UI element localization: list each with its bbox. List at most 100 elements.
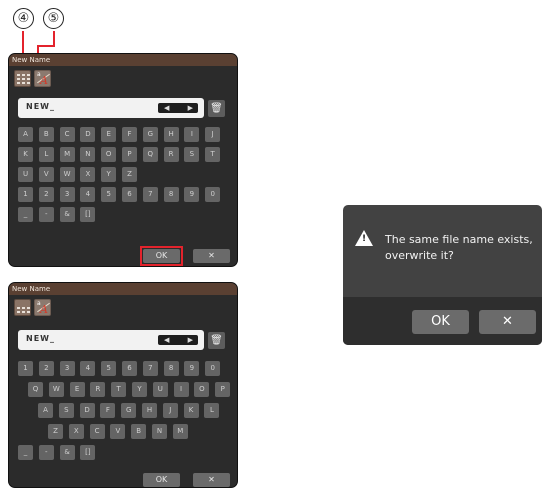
key-button[interactable]: H	[142, 403, 157, 418]
key-button[interactable]: 8	[163, 361, 179, 376]
key-button[interactable]: N	[80, 147, 96, 162]
key-button[interactable]: R	[90, 382, 106, 397]
key-button[interactable]: W	[48, 382, 64, 397]
key-button[interactable]: 3	[59, 187, 75, 202]
key-button[interactable]: Y	[132, 382, 147, 397]
key-button[interactable]: Q	[142, 147, 158, 162]
key-button[interactable]: I	[173, 382, 189, 397]
key-button[interactable]: L	[38, 147, 54, 162]
key-button[interactable]: M	[59, 147, 75, 162]
key-button[interactable]: J	[162, 403, 178, 418]
key-button[interactable]: -	[38, 207, 54, 222]
key-button[interactable]: &	[59, 445, 75, 460]
key-button[interactable]: 5	[101, 361, 117, 376]
key-button[interactable]: []	[80, 207, 96, 222]
cursor-right-icon[interactable]: ▶	[188, 335, 193, 345]
key-button[interactable]: Z	[48, 424, 63, 439]
cursor-right-icon[interactable]: ▶	[188, 103, 193, 113]
key-button[interactable]: B	[131, 424, 147, 439]
dialog-cancel-button[interactable]: ✕	[479, 310, 536, 334]
key-button[interactable]: 6	[122, 187, 137, 202]
trash-icon[interactable]: 🗑	[208, 332, 225, 349]
key-button[interactable]: V	[38, 167, 54, 182]
key-button[interactable]: _	[18, 207, 33, 222]
key-button[interactable]: V	[110, 424, 126, 439]
key-button[interactable]: F	[122, 127, 137, 142]
font-select-icon[interactable]: aA	[34, 70, 51, 87]
key-button[interactable]: O	[101, 147, 117, 162]
dialog-ok-button[interactable]: OK	[412, 310, 469, 334]
key-button[interactable]: C	[89, 424, 105, 439]
key-button[interactable]: M	[172, 424, 188, 439]
key-button[interactable]: 2	[38, 361, 54, 376]
key-button[interactable]: C	[59, 127, 75, 142]
cursor-arrows[interactable]: ◀ ▶	[158, 335, 198, 345]
key-button[interactable]: L	[204, 403, 220, 418]
key-button[interactable]: R	[163, 147, 179, 162]
key-button[interactable]: &	[59, 207, 75, 222]
trash-icon[interactable]: 🗑	[208, 100, 225, 117]
key-button[interactable]: 8	[163, 187, 179, 202]
key-button[interactable]: U	[152, 382, 168, 397]
cancel-button[interactable]: ✕	[193, 249, 230, 263]
key-button[interactable]: 4	[80, 361, 96, 376]
key-button[interactable]: K	[183, 403, 199, 418]
key-button[interactable]: X	[80, 167, 96, 182]
key-button[interactable]: E	[69, 382, 85, 397]
key-button[interactable]: G	[121, 403, 137, 418]
key-button[interactable]: H	[163, 127, 179, 142]
key-button[interactable]: Q	[28, 382, 43, 397]
keyboard-layout-icon[interactable]	[14, 299, 31, 316]
key-button[interactable]: T	[111, 382, 127, 397]
ok-button[interactable]: OK	[143, 473, 180, 487]
key-button[interactable]: E	[101, 127, 117, 142]
key-button[interactable]: 5	[101, 187, 117, 202]
key-button[interactable]: X	[68, 424, 84, 439]
key-button[interactable]: 4	[80, 187, 96, 202]
key-button[interactable]: N	[152, 424, 167, 439]
name-input[interactable]: NEW_ ◀ ▶	[18, 98, 204, 118]
ok-button[interactable]: OK	[143, 249, 180, 263]
key-button[interactable]: T	[205, 147, 221, 162]
key-button[interactable]: 7	[142, 361, 158, 376]
key-button[interactable]: J	[205, 127, 221, 142]
cursor-arrows[interactable]: ◀ ▶	[158, 103, 198, 113]
key-button[interactable]: D	[80, 127, 96, 142]
name-input[interactable]: NEW_ ◀ ▶	[18, 330, 204, 350]
key-button[interactable]: P	[215, 382, 231, 397]
key-button[interactable]: 2	[38, 187, 54, 202]
key-button[interactable]: A	[18, 127, 33, 142]
key-button[interactable]: B	[38, 127, 54, 142]
key-button[interactable]: K	[18, 147, 33, 162]
key-button[interactable]: []	[80, 445, 96, 460]
key-button[interactable]: 7	[142, 187, 158, 202]
key-button[interactable]: G	[142, 127, 158, 142]
cursor-left-icon[interactable]: ◀	[164, 335, 169, 345]
key-button[interactable]: S	[184, 147, 200, 162]
font-select-icon[interactable]: aA	[34, 299, 51, 316]
key-button[interactable]: I	[184, 127, 200, 142]
key-button[interactable]: D	[79, 403, 95, 418]
key-button[interactable]: _	[18, 445, 33, 460]
key-button[interactable]: S	[58, 403, 74, 418]
key-button[interactable]: 9	[184, 187, 200, 202]
key-button[interactable]: 6	[122, 361, 137, 376]
key-button[interactable]: Z	[122, 167, 137, 182]
key-button[interactable]: 1	[18, 361, 33, 376]
key-button[interactable]: -	[38, 445, 54, 460]
key-button[interactable]: 3	[59, 361, 75, 376]
key-button[interactable]: 9	[184, 361, 200, 376]
key-button[interactable]: 0	[205, 361, 221, 376]
key-button[interactable]: F	[100, 403, 116, 418]
key-button[interactable]: Y	[101, 167, 117, 182]
key-button[interactable]: A	[38, 403, 53, 418]
cursor-left-icon[interactable]: ◀	[164, 103, 169, 113]
key-button[interactable]: O	[194, 382, 210, 397]
cancel-button[interactable]: ✕	[193, 473, 230, 487]
key-button[interactable]: P	[122, 147, 137, 162]
key-button[interactable]: 0	[205, 187, 221, 202]
keyboard-layout-icon[interactable]	[14, 70, 31, 87]
key-button[interactable]: U	[18, 167, 33, 182]
key-button[interactable]: 1	[18, 187, 33, 202]
key-button[interactable]: W	[59, 167, 75, 182]
